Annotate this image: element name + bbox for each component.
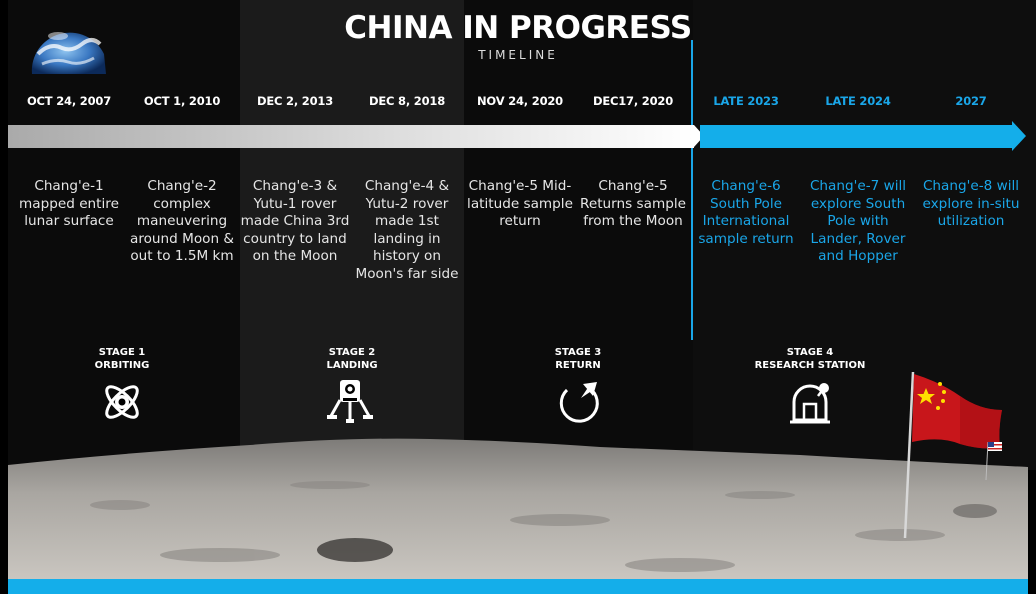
completed-progress-bar [8, 125, 694, 148]
event-description: Chang'e-8 will explore in-situ utilizati… [922, 178, 1020, 229]
event-date: DEC17, 2020 [592, 94, 674, 108]
event-date: 2027 [955, 94, 987, 108]
event-description: Chang'e-7 will explore South Pole with L… [809, 178, 907, 264]
timeline-infographic: CHINA IN PROGRESS TIMELINE OCT 24, 2007 … [0, 0, 1036, 594]
event-date: DEC 2, 2013 [256, 94, 334, 108]
event-description: Chang'e-4 & Yutu-2 rover made 1st landin… [355, 178, 459, 282]
event-date: OCT 24, 2007 [26, 94, 112, 108]
stage-1-label: STAGE 1 ORBITING [94, 347, 150, 371]
event-description: Chang'e-3 & Yutu-1 rover made China 3rd … [240, 178, 350, 264]
stage-label: STAGE 1 ORBITING [62, 346, 182, 372]
event-date: DEC 8, 2018 [368, 94, 446, 108]
event-description: Chang'e-1 mapped entire lunar surface [19, 178, 119, 229]
china-flag [903, 371, 1002, 539]
event-date: OCT 1, 2010 [143, 94, 221, 108]
future-progress-arrow [1012, 121, 1026, 151]
event-date: LATE 2024 [825, 94, 891, 108]
page-title: CHINA IN PROGRESS [344, 10, 692, 46]
stage-3-label: STAGE 3 RETURN [554, 347, 602, 371]
stage-label: STAGE 3 RETURN [518, 346, 638, 372]
event-description: Chang'e-5 Mid-latitude sample return [467, 178, 573, 229]
event-description: Chang'e-2 complex maneuvering around Moo… [129, 178, 235, 264]
stage-4-label: STAGE 4 RESEARCH STATION [754, 347, 866, 371]
bottom-accent-bar [8, 579, 1028, 594]
return-icon [559, 382, 599, 423]
stage-label: STAGE 2 LANDING [292, 346, 412, 372]
event-date: LATE 2023 [713, 94, 779, 108]
page-subtitle: TIMELINE [478, 48, 558, 62]
research-station-icon [790, 383, 830, 424]
event-description: Chang'e-5 Returns sample from the Moon [580, 178, 686, 229]
stage-label: STAGE 4 RESEARCH STATION [750, 346, 870, 372]
future-progress-bar [700, 125, 1012, 148]
orbit-icon [105, 385, 139, 419]
lander-icon [327, 380, 373, 423]
event-description: Chang'e-6 South Pole International sampl… [698, 178, 794, 247]
stage-2-label: STAGE 2 LANDING [326, 347, 378, 371]
moon-surface [8, 438, 1028, 594]
event-date: NOV 24, 2020 [477, 94, 563, 108]
